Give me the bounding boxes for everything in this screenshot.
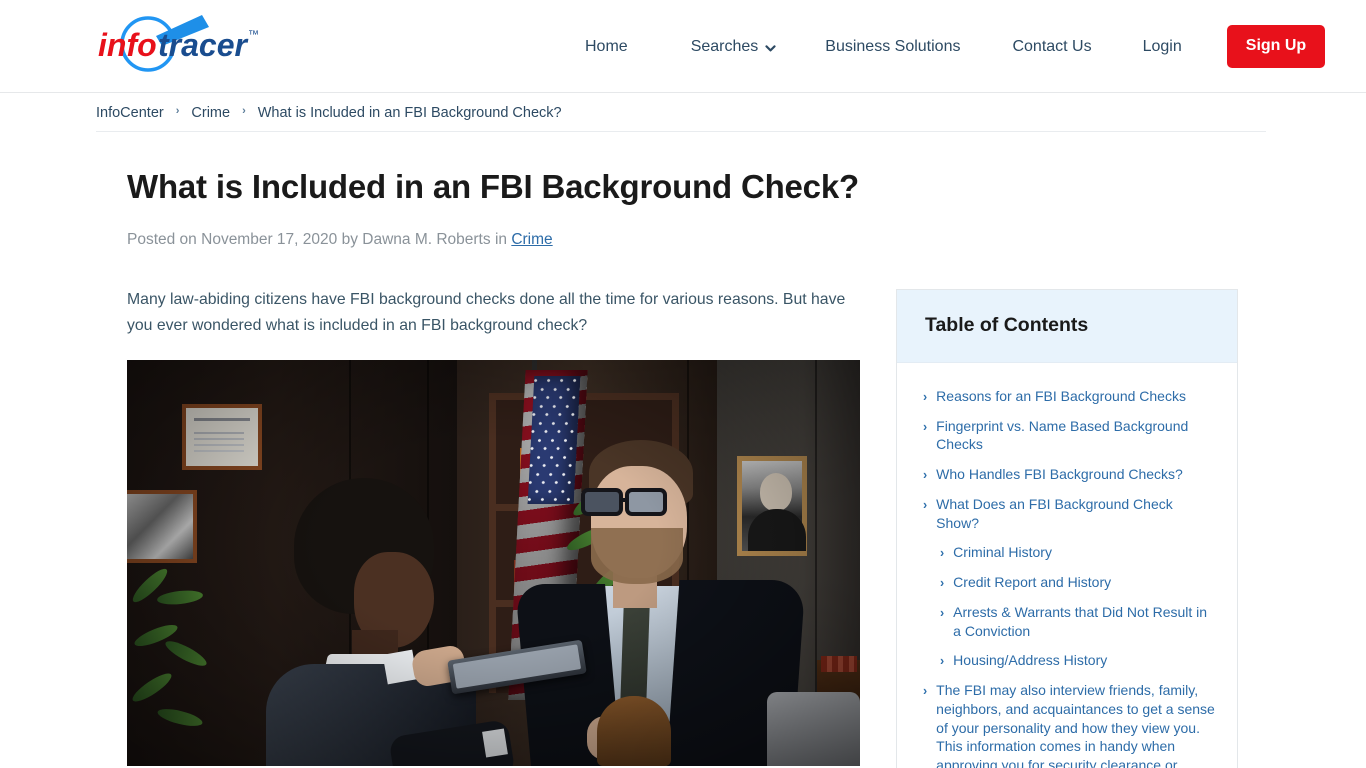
chevron-right-icon: › xyxy=(940,576,945,591)
toc-item[interactable]: › The FBI may also interview friends, fa… xyxy=(923,681,1215,768)
toc-item-label[interactable]: What Does an FBI Background Check Show? xyxy=(936,495,1215,533)
nav-item-contact-us[interactable]: Contact Us xyxy=(1012,38,1091,56)
breadcrumb-item-crime[interactable]: Crime xyxy=(191,105,230,121)
toc-item[interactable]: › What Does an FBI Background Check Show… xyxy=(923,495,1215,533)
chevron-down-icon xyxy=(765,41,776,52)
toc-list: › Reasons for an FBI Background Checks ›… xyxy=(923,387,1215,768)
chevron-right-icon: › xyxy=(940,546,945,561)
toc-item[interactable]: › Reasons for an FBI Background Checks xyxy=(923,387,1215,406)
byline-posted-on: Posted on xyxy=(127,230,197,248)
article-main-column: Many law-abiding citizens have FBI backg… xyxy=(127,287,860,768)
toc-item-label[interactable]: Housing/Address History xyxy=(953,651,1107,670)
toc-item-label[interactable]: Credit Report and History xyxy=(953,573,1111,592)
sign-up-button[interactable]: Sign Up xyxy=(1226,25,1326,68)
svg-text:info: info xyxy=(98,27,157,63)
toc-item-label[interactable]: Criminal History xyxy=(953,543,1052,562)
infotracer-logo[interactable]: info tracer ™ xyxy=(96,10,276,82)
svg-text:™: ™ xyxy=(248,29,259,41)
toc-header: Table of Contents xyxy=(897,289,1237,363)
chevron-right-icon: › xyxy=(242,105,246,117)
toc-item-label[interactable]: Arrests & Warrants that Did Not Result i… xyxy=(953,603,1215,641)
toc-item[interactable]: › Credit Report and History xyxy=(923,573,1215,592)
toc-item-label[interactable]: Fingerprint vs. Name Based Background Ch… xyxy=(936,417,1215,455)
toc-item-label[interactable]: Who Handles FBI Background Checks? xyxy=(936,465,1183,484)
toc-item[interactable]: › Who Handles FBI Background Checks? xyxy=(923,465,1215,484)
byline-author: Dawna M. Roberts xyxy=(362,230,491,248)
chevron-right-icon: › xyxy=(923,419,928,434)
content-area: Many law-abiding citizens have FBI backg… xyxy=(0,287,1366,768)
toc-item-label[interactable]: Reasons for an FBI Background Checks xyxy=(936,387,1186,406)
article-header: What is Included in an FBI Background Ch… xyxy=(0,132,1366,249)
site-header: info tracer ™ Home Searches Business Sol… xyxy=(0,0,1366,93)
nav-item-home[interactable]: Home xyxy=(585,38,628,56)
breadcrumb-item-infocenter[interactable]: InfoCenter xyxy=(96,105,164,121)
chevron-right-icon: › xyxy=(175,105,180,117)
image-vignette xyxy=(127,360,860,767)
svg-text:tracer: tracer xyxy=(158,27,249,63)
chevron-right-icon: › xyxy=(940,605,945,620)
byline-in: in xyxy=(494,230,508,248)
byline-date: November 17, 2020 xyxy=(201,230,338,248)
article-intro-paragraph: Many law-abiding citizens have FBI backg… xyxy=(127,290,846,334)
article-hero-image xyxy=(127,360,860,767)
byline-category-link[interactable]: Crime xyxy=(511,231,552,248)
breadcrumb-item-current: What is Included in an FBI Background Ch… xyxy=(257,104,562,121)
toc-item[interactable]: › Fingerprint vs. Name Based Background … xyxy=(923,417,1215,455)
main-navigation: Home Searches Business Solutions Contact… xyxy=(585,0,1326,93)
nav-item-label: Business Solutions xyxy=(825,37,961,55)
chevron-right-icon: › xyxy=(940,654,945,669)
breadcrumb-divider xyxy=(96,131,1266,132)
chevron-right-icon: › xyxy=(923,684,928,699)
toc-body: › Reasons for an FBI Background Checks ›… xyxy=(897,363,1237,768)
toc-title: Table of Contents xyxy=(925,313,1089,336)
breadcrumb: InfoCenter › Crime › What is Included in… xyxy=(96,105,562,121)
byline-by: by xyxy=(341,230,358,248)
logo-svg: info tracer ™ xyxy=(98,15,259,72)
page-title: What is Included in an FBI Background Ch… xyxy=(127,168,859,205)
toc-item[interactable]: › Arrests & Warrants that Did Not Result… xyxy=(923,603,1215,641)
nav-item-label: Home xyxy=(585,37,628,55)
nav-item-label: Searches xyxy=(690,37,759,55)
breadcrumb-bar: InfoCenter › Crime › What is Included in… xyxy=(0,93,1366,132)
article-byline: Posted on November 17, 2020 by Dawna M. … xyxy=(127,231,1366,249)
toc-item-label[interactable]: The FBI may also interview friends, fami… xyxy=(936,681,1215,768)
nav-item-business-solutions[interactable]: Business Solutions xyxy=(825,38,960,56)
chevron-right-icon: › xyxy=(923,497,928,512)
nav-item-label: Contact Us xyxy=(1012,37,1092,55)
toc-item[interactable]: › Housing/Address History xyxy=(923,651,1215,670)
table-of-contents-card: Table of Contents › Reasons for an FBI B… xyxy=(896,288,1238,768)
nav-item-searches[interactable]: Searches xyxy=(691,38,777,56)
chevron-right-icon: › xyxy=(923,468,928,483)
nav-item-login[interactable]: Login xyxy=(1143,38,1182,56)
toc-item[interactable]: › Criminal History xyxy=(923,543,1215,562)
chevron-right-icon: › xyxy=(923,389,928,404)
nav-item-label: Login xyxy=(1142,37,1182,55)
